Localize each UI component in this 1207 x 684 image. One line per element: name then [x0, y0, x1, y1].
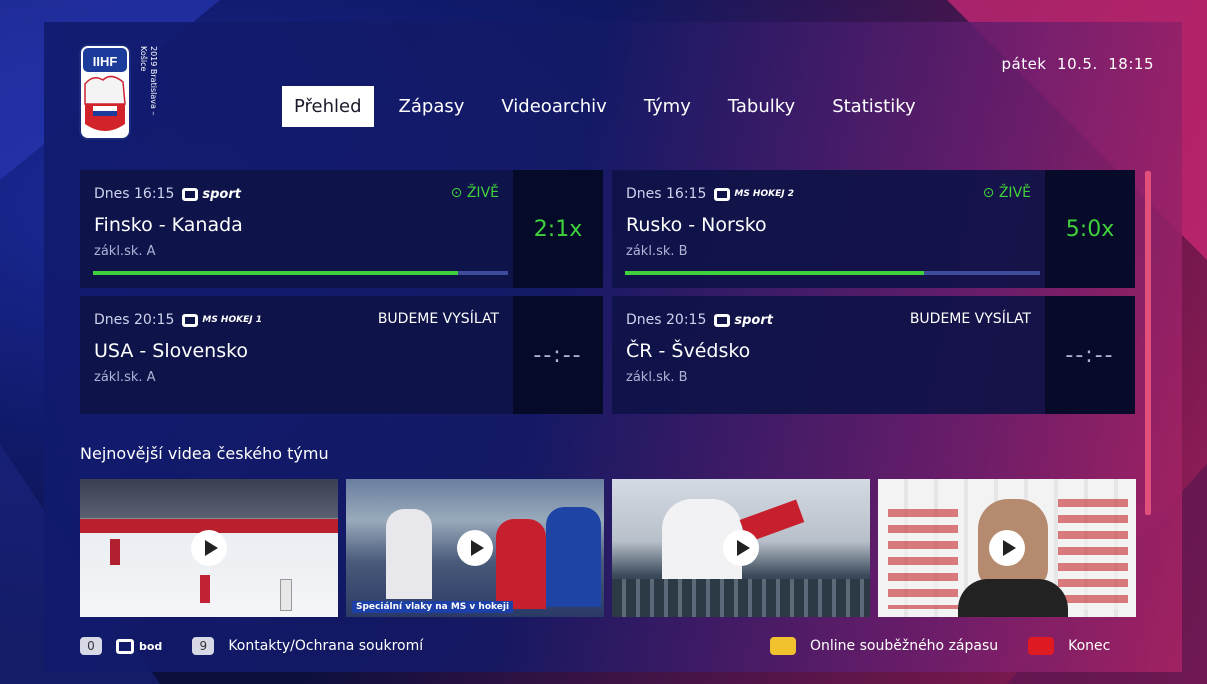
- match-teams: USA - Slovensko: [94, 340, 249, 362]
- progress-fill: [625, 271, 924, 275]
- match-group: zákl.sk. A: [94, 244, 156, 259]
- contacts-link[interactable]: Kontakty/Ochrana soukromí: [228, 638, 423, 654]
- footer-left: 0 bod 9 Kontakty/Ochrana soukromí: [80, 637, 423, 655]
- ct-logo-icon: [182, 187, 199, 201]
- match-teams: ČR - Švédsko: [626, 340, 751, 362]
- match-score: --:--: [513, 296, 603, 414]
- red-key-icon[interactable]: [1028, 637, 1055, 655]
- channel-logo: sport: [714, 313, 773, 328]
- match-card[interactable]: Dnes 20:15 MS HOKEJ 1 BUDEME VYSÍLAT USA…: [80, 296, 603, 414]
- progress-bar: [625, 271, 1040, 275]
- match-score: --:--: [1045, 296, 1135, 414]
- bod-logo[interactable]: bod: [116, 638, 162, 654]
- key-0[interactable]: 0: [80, 637, 102, 655]
- key-9[interactable]: 9: [192, 637, 215, 655]
- match-teams: Finsko - Kanada: [94, 214, 243, 236]
- logo-caption: 2019 Bratislava – Košice: [139, 46, 158, 116]
- svg-text:IIHF: IIHF: [93, 54, 118, 69]
- progress-bar: [93, 271, 508, 275]
- yellow-key-icon[interactable]: [770, 637, 796, 655]
- tab-statistiky[interactable]: Statistiky: [820, 86, 927, 127]
- video-thumbnail[interactable]: [878, 479, 1136, 617]
- main-nav: Přehled Zápasy Videoarchiv Týmy Tabulky …: [282, 86, 941, 127]
- match-group: zákl.sk. B: [626, 244, 688, 259]
- channel-logo: MS HOKEJ 2: [714, 187, 794, 201]
- play-icon: [989, 530, 1025, 566]
- channel-logo: MS HOKEJ 1: [182, 313, 262, 327]
- tab-tymy[interactable]: Týmy: [632, 86, 703, 127]
- broadcast-status: BUDEME VYSÍLAT: [909, 311, 1031, 327]
- tab-videoarchiv[interactable]: Videoarchiv: [489, 86, 618, 127]
- match-group: zákl.sk. B: [626, 370, 688, 385]
- datetime: pátek 10.5. 18:15: [1001, 55, 1154, 73]
- live-status: ⊙ ŽIVĚ: [450, 185, 499, 201]
- scrollbar[interactable]: [1145, 171, 1151, 515]
- tab-prehled[interactable]: Přehled: [282, 86, 374, 127]
- play-icon: [457, 530, 493, 566]
- video-thumbnail[interactable]: [612, 479, 870, 617]
- match-time: Dnes 16:15: [626, 186, 707, 202]
- footer-right: Online souběžného zápasu Konec: [770, 637, 1110, 655]
- channel-logo: sport: [182, 187, 241, 202]
- video-caption: Speciální vlaky na MS v hokeji: [352, 601, 514, 613]
- match-card[interactable]: Dnes 16:15 sport ⊙ ŽIVĚ Finsko - Kanada …: [80, 170, 603, 288]
- match-group: zákl.sk. A: [94, 370, 156, 385]
- tab-zapasy[interactable]: Zápasy: [387, 86, 477, 127]
- ct-logo-icon: [714, 313, 731, 327]
- day: pátek: [1001, 55, 1047, 73]
- time: 18:15: [1108, 55, 1154, 73]
- online-label[interactable]: Online souběžného zápasu: [810, 638, 998, 654]
- match-score: 2:1x: [513, 170, 603, 288]
- match-card[interactable]: Dnes 20:15 sport BUDEME VYSÍLAT ČR - Švé…: [612, 296, 1135, 414]
- video-thumbnail[interactable]: [80, 479, 338, 617]
- play-icon: [191, 530, 227, 566]
- match-score: 5:0x: [1045, 170, 1135, 288]
- live-status: ⊙ ŽIVĚ: [982, 185, 1031, 201]
- video-thumbnail[interactable]: Speciální vlaky na MS v hokeji: [346, 479, 604, 617]
- exit-label[interactable]: Konec: [1068, 638, 1110, 654]
- play-icon: [723, 530, 759, 566]
- match-time: Dnes 20:15: [94, 312, 175, 328]
- iihf-logo: IIHF: [79, 44, 131, 140]
- match-teams: Rusko - Norsko: [626, 214, 767, 236]
- date: 10.5.: [1057, 55, 1098, 73]
- ct-logo-icon: [714, 187, 731, 201]
- section-title: Nejnovější videa českého týmu: [80, 444, 329, 463]
- tab-tabulky[interactable]: Tabulky: [716, 86, 807, 127]
- match-card[interactable]: Dnes 16:15 MS HOKEJ 2 ⊙ ŽIVĚ Rusko - Nor…: [612, 170, 1135, 288]
- match-time: Dnes 20:15: [626, 312, 707, 328]
- broadcast-status: BUDEME VYSÍLAT: [377, 311, 499, 327]
- ct-logo-icon: [116, 638, 134, 654]
- ct-logo-icon: [182, 313, 199, 327]
- match-time: Dnes 16:15: [94, 186, 175, 202]
- progress-fill: [93, 271, 459, 275]
